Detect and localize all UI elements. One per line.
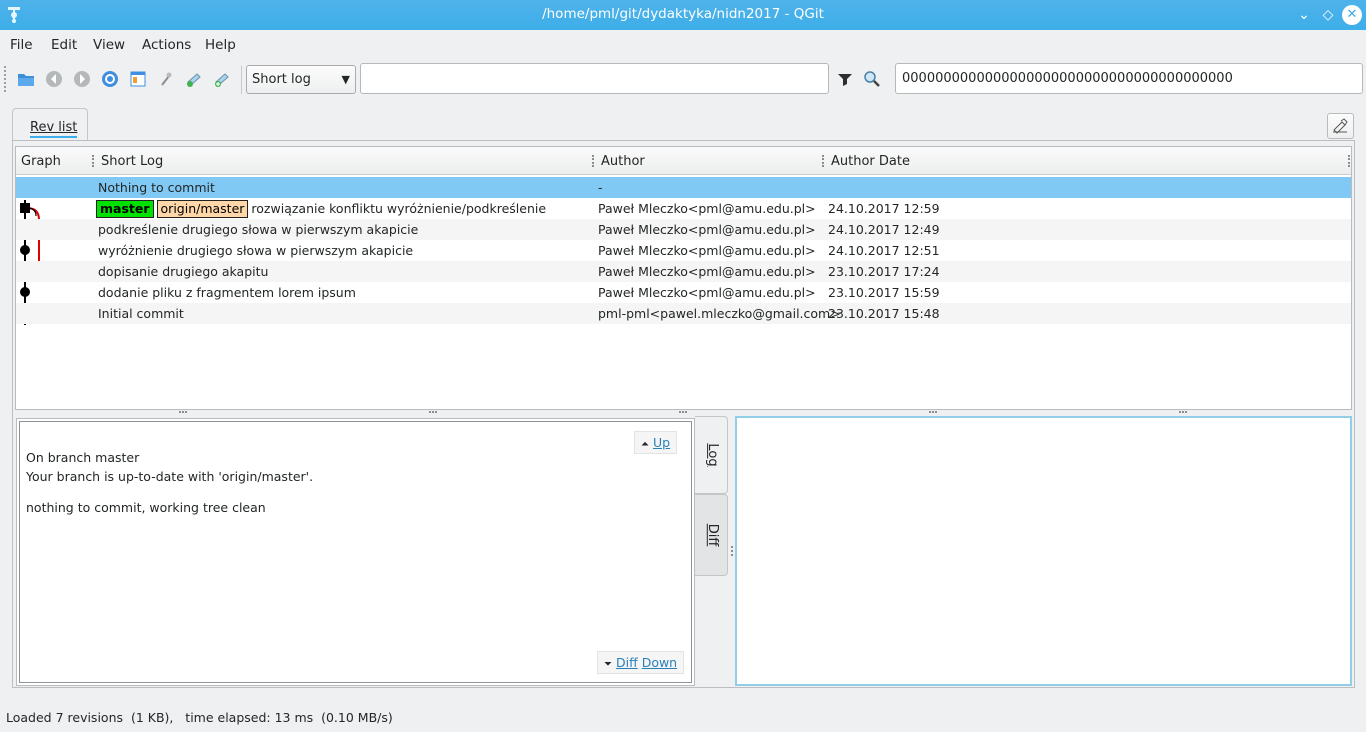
log-mode-value: Short log xyxy=(252,72,311,87)
date-cell: 23.10.2017 17:24 xyxy=(828,264,940,279)
header-graph[interactable]: Graph xyxy=(21,154,61,169)
tab-log[interactable]: Log xyxy=(695,416,728,494)
down-icon: ⏷ xyxy=(604,659,612,670)
up-button[interactable]: ⏶ Up xyxy=(634,431,678,454)
status-bar: Loaded 7 revisions (1 KB), time elapsed:… xyxy=(6,710,393,725)
patch-icon[interactable] xyxy=(213,70,231,88)
column-resize-handle[interactable] xyxy=(592,155,594,167)
commit-icon[interactable] xyxy=(185,70,203,88)
author-cell: Paweł Mleczko<pml@amu.edu.pl> xyxy=(598,222,816,237)
toolbar-separator xyxy=(241,66,242,94)
back-icon[interactable] xyxy=(45,70,63,88)
file-view-icon[interactable] xyxy=(129,70,147,88)
remote-branch-tag[interactable]: origin/master xyxy=(156,200,249,218)
branch-tag[interactable]: master xyxy=(96,200,154,218)
up-link[interactable]: Up xyxy=(653,435,670,450)
log-panel[interactable]: ⏶ Up On branch master Your branch is up-… xyxy=(16,418,695,686)
author-cell: Paweł Mleczko<pml@amu.edu.pl> xyxy=(598,201,816,216)
short-log-cell: podkreślenie drugiego słowa w pierwszym … xyxy=(98,222,419,237)
column-resize-handle[interactable] xyxy=(1348,155,1350,167)
menu-help[interactable]: Help xyxy=(205,37,236,53)
menu-view[interactable]: View xyxy=(93,37,125,53)
author-cell: Paweł Mleczko<pml@amu.edu.pl> xyxy=(598,243,816,258)
table-row[interactable]: wyróżnienie drugiego słowa w pierwszym a… xyxy=(16,240,1351,261)
toolbar: Short log ▼ 0000000000000000000000000000… xyxy=(0,60,1366,98)
vertical-splitter[interactable] xyxy=(731,546,734,556)
toolbar-grip[interactable] xyxy=(4,66,8,92)
header-author[interactable]: Author xyxy=(601,154,645,169)
table-row[interactable]: Nothing to commit - xyxy=(16,177,1351,198)
column-resize-handle[interactable] xyxy=(822,155,824,167)
author-cell: Paweł Mleczko<pml@amu.edu.pl> xyxy=(598,264,816,279)
date-cell: 24.10.2017 12:49 xyxy=(828,222,940,237)
log-line: On branch master xyxy=(26,450,140,465)
author-cell: - xyxy=(598,180,603,195)
date-cell: 24.10.2017 12:59 xyxy=(828,201,940,216)
search-icon[interactable] xyxy=(863,70,881,88)
forward-icon[interactable] xyxy=(73,70,91,88)
table-row[interactable]: Initial commit pml-pml<pawel.mleczko@gma… xyxy=(16,303,1351,324)
table-row[interactable]: podkreślenie drugiego słowa w pierwszym … xyxy=(16,219,1351,240)
window-title: /home/pml/git/dydaktyka/nidn2017 - QGit xyxy=(542,6,824,22)
tab-diff[interactable]: Diff xyxy=(695,494,728,576)
log-line: nothing to commit, working tree clean xyxy=(26,500,266,515)
short-log-cell: Initial commit xyxy=(98,306,184,321)
short-log-cell: dopisanie drugiego akapitu xyxy=(98,264,269,279)
tools-icon[interactable] xyxy=(157,70,175,88)
date-cell: 24.10.2017 12:51 xyxy=(828,243,940,258)
short-log-text: rozwiązanie konfliktu wyróżnienie/podkre… xyxy=(251,201,547,216)
date-cell: 23.10.2017 15:48 xyxy=(828,306,940,321)
diff-panel[interactable] xyxy=(735,416,1352,686)
log-view: ⏶ Up On branch master Your branch is up-… xyxy=(19,421,692,683)
close-tab-icon xyxy=(1333,118,1348,134)
tab-rev-list-label: Rev list xyxy=(30,120,78,138)
log-mode-select[interactable]: Short log ▼ xyxy=(246,65,356,94)
menu-file[interactable]: File xyxy=(10,37,33,53)
log-line: Your branch is up-to-date with 'origin/m… xyxy=(26,469,314,484)
menu-edit[interactable]: Edit xyxy=(51,37,77,53)
table-row[interactable]: dodanie pliku z fragmentem lorem ipsum P… xyxy=(16,282,1351,303)
down-link[interactable]: Down xyxy=(642,655,677,670)
short-log-cell: master origin/master rozwiązanie konfliktu… xyxy=(96,200,546,218)
close-button[interactable]: ✕ xyxy=(1342,5,1362,25)
title-bar: /home/pml/git/dydaktyka/nidn2017 - QGit … xyxy=(0,0,1366,30)
header-short-log[interactable]: Short Log xyxy=(101,154,163,169)
up-icon: ⏶ xyxy=(641,439,649,450)
author-cell: pml-pml<pawel.mleczko@gmail.com> xyxy=(598,306,841,321)
sha-input[interactable]: 0000000000000000000000000000000000000000 xyxy=(895,63,1363,94)
revision-list[interactable]: Graph Short Log Author Author Date Nothi… xyxy=(15,146,1352,410)
close-tab-button[interactable] xyxy=(1327,113,1354,139)
diff-link[interactable]: Diff xyxy=(616,655,638,670)
menu-actions[interactable]: Actions xyxy=(142,37,191,53)
filter-input[interactable] xyxy=(360,63,829,94)
table-row[interactable]: master origin/master rozwiązanie konfliktu… xyxy=(16,198,1351,219)
refresh-icon[interactable] xyxy=(101,70,119,88)
tab-diff-label: Diff xyxy=(704,523,720,547)
minimize-button[interactable]: ⌄ xyxy=(1294,5,1314,25)
chevron-down-icon: ▼ xyxy=(341,73,350,86)
short-log-cell: wyróżnienie drugiego słowa w pierwszym a… xyxy=(98,243,414,258)
date-cell: 23.10.2017 15:59 xyxy=(828,285,940,300)
filter-icon[interactable] xyxy=(836,70,854,88)
short-log-cell: Nothing to commit xyxy=(98,180,215,195)
open-folder-icon[interactable] xyxy=(17,70,35,88)
short-log-cell: dodanie pliku z fragmentem lorem ipsum xyxy=(98,285,356,300)
menu-bar: File Edit View Actions Help xyxy=(0,30,1366,60)
table-row[interactable]: dopisanie drugiego akapitu Paweł Mleczko… xyxy=(16,261,1351,282)
author-cell: Paweł Mleczko<pml@amu.edu.pl> xyxy=(598,285,816,300)
tab-rev-list[interactable]: Rev list xyxy=(12,108,88,141)
diff-down-button[interactable]: ⏷ Diff Down xyxy=(597,651,685,674)
column-resize-handle[interactable] xyxy=(92,155,94,167)
header-author-date[interactable]: Author Date xyxy=(831,154,910,169)
tab-log-label: Log xyxy=(705,443,721,467)
table-header: Graph Short Log Author Author Date xyxy=(16,147,1351,175)
maximize-button[interactable]: ◇ xyxy=(1318,5,1338,25)
